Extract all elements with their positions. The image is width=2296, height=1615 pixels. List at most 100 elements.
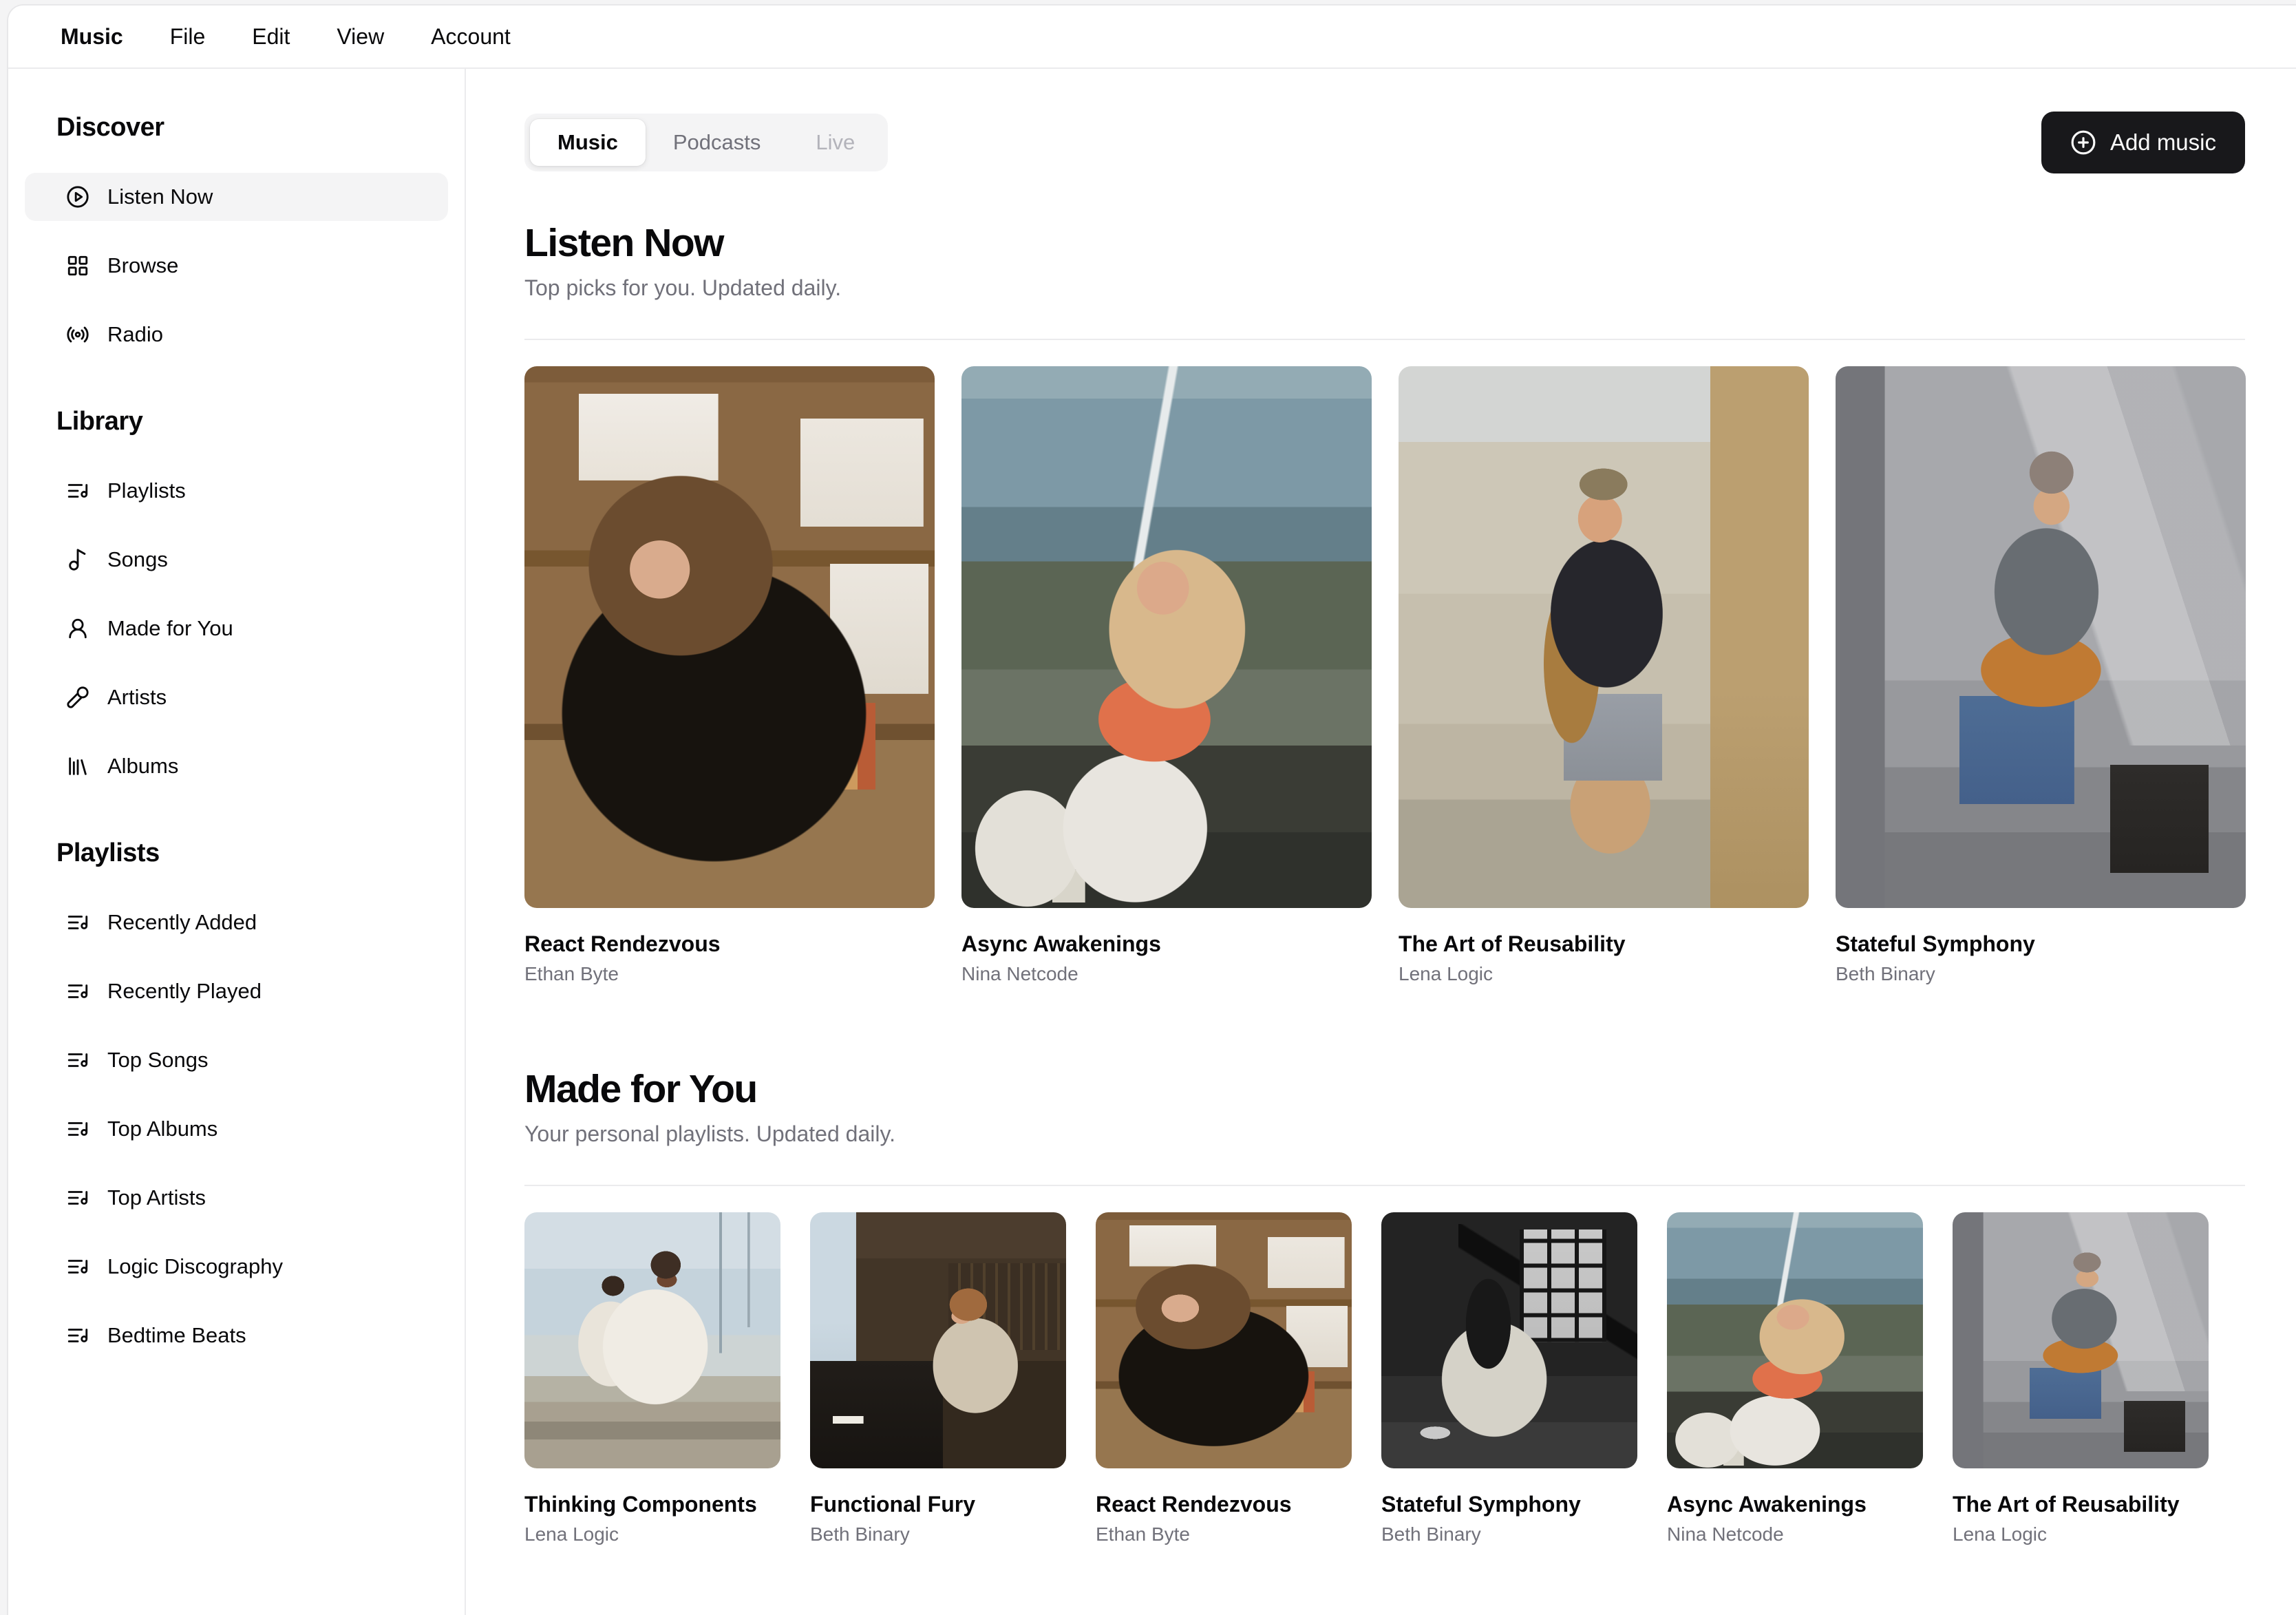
album-card[interactable]: Async Awakenings Nina Netcode: [1667, 1212, 1923, 1547]
add-music-button[interactable]: Add music: [2041, 112, 2245, 173]
album-artist: Beth Binary: [810, 1523, 910, 1545]
album-card[interactable]: React Rendezvous Ethan Byte: [1096, 1212, 1352, 1547]
album-card[interactable]: Stateful Symphony Beth Binary: [1381, 1212, 1637, 1547]
menubar-item-view[interactable]: View: [313, 17, 407, 56]
album-title: Functional Fury: [810, 1492, 975, 1517]
menubar-item-account[interactable]: Account: [407, 17, 534, 56]
list-music-icon: [66, 479, 89, 503]
sidebar-item-albums[interactable]: Albums: [25, 742, 448, 790]
sidebar-item-label: Logic Discography: [107, 1254, 284, 1278]
sidebar-item-top-artists[interactable]: Top Artists: [25, 1174, 448, 1222]
album-card[interactable]: The Art of Reusability Lena Logic: [1953, 1212, 2209, 1547]
separator: [524, 339, 2245, 340]
sidebar-item-logic-discography[interactable]: Logic Discography: [25, 1243, 448, 1291]
album-card[interactable]: React Rendezvous Ethan Byte: [524, 366, 935, 986]
album-art[interactable]: [961, 366, 1372, 908]
album-artist: Nina Netcode: [1667, 1523, 1784, 1545]
sidebar-item-playlists[interactable]: Playlists: [25, 467, 448, 515]
menubar-item-file[interactable]: File: [147, 17, 229, 56]
sidebar-item-label: Made for You: [107, 616, 233, 640]
sidebar-item-artists[interactable]: Artists: [25, 673, 448, 721]
sidebar-item-label: Top Songs: [107, 1048, 209, 1072]
circle-plus-icon: [2070, 129, 2096, 156]
album-art[interactable]: [810, 1212, 1066, 1468]
listen-now-title: Listen Now: [524, 221, 725, 265]
listen-now-row: React Rendezvous Ethan Byte Async Awaken…: [524, 366, 2246, 986]
album-art[interactable]: [1667, 1212, 1923, 1468]
sidebar-item-listen-now[interactable]: Listen Now: [25, 173, 448, 221]
album-card[interactable]: The Art of Reusability Lena Logic: [1399, 366, 1809, 986]
album-card[interactable]: Async Awakenings Nina Netcode: [961, 366, 1372, 986]
album-art[interactable]: [1399, 366, 1809, 908]
sidebar-item-label: Top Artists: [107, 1185, 206, 1210]
made-for-you-subtitle: Your personal playlists. Updated daily.: [524, 1121, 895, 1146]
sidebar: Discover Listen Now Browse Radio Library…: [8, 69, 466, 1615]
album-art[interactable]: [1836, 366, 2246, 908]
album-art[interactable]: [1381, 1212, 1637, 1468]
circle-play-icon: [66, 185, 89, 209]
album-art[interactable]: [524, 1212, 780, 1468]
list-music-icon: [66, 1117, 89, 1141]
tablist: Music Podcasts Live: [524, 114, 889, 171]
album-title: Stateful Symphony: [1381, 1492, 1581, 1517]
sidebar-item-label: Albums: [107, 754, 179, 778]
sidebar-item-top-albums[interactable]: Top Albums: [25, 1105, 448, 1153]
sidebar-item-browse[interactable]: Browse: [25, 242, 448, 290]
album-title: Async Awakenings: [961, 931, 1161, 956]
sidebar-item-songs[interactable]: Songs: [25, 536, 448, 584]
album-art[interactable]: [1953, 1212, 2209, 1468]
sidebar-item-label: Bedtime Beats: [107, 1323, 246, 1347]
album-card[interactable]: Thinking Components Lena Logic: [524, 1212, 780, 1547]
menubar-item-edit[interactable]: Edit: [228, 17, 313, 56]
sidebar-item-bedtime-beats[interactable]: Bedtime Beats: [25, 1311, 448, 1360]
separator: [524, 1185, 2245, 1186]
menubar-item-music[interactable]: Music: [37, 17, 147, 56]
sidebar-item-label: Top Albums: [107, 1117, 218, 1141]
tab-music[interactable]: Music: [530, 119, 646, 166]
sidebar-item-label: Recently Added: [107, 910, 257, 934]
album-art[interactable]: [1096, 1212, 1352, 1468]
list-music-icon: [66, 911, 89, 934]
sidebar-item-label: Radio: [107, 322, 163, 346]
album-artist: Nina Netcode: [961, 963, 1078, 984]
album-art[interactable]: [524, 366, 935, 908]
album-artist: Ethan Byte: [524, 963, 619, 984]
sidebar-section-title-library: Library: [56, 407, 143, 436]
album-title: Stateful Symphony: [1836, 931, 2035, 956]
sidebar-section-title-playlists: Playlists: [56, 838, 160, 867]
radio-icon: [66, 323, 89, 346]
sidebar-item-recently-added[interactable]: Recently Added: [25, 898, 448, 947]
app-window: Music File Edit View Account Discover Li…: [7, 4, 2296, 1615]
made-for-you-title: Made for You: [524, 1067, 758, 1111]
album-title: Async Awakenings: [1667, 1492, 1867, 1517]
layout-grid-icon: [66, 254, 89, 277]
album-artist: Lena Logic: [1399, 963, 1494, 984]
sidebar-item-label: Browse: [107, 253, 179, 277]
tab-live[interactable]: Live: [788, 119, 882, 166]
list-music-icon: [66, 1324, 89, 1347]
main-content: Music Podcasts Live Add music Listen Now…: [466, 69, 2296, 1615]
sidebar-item-recently-played[interactable]: Recently Played: [25, 967, 448, 1015]
album-title: The Art of Reusability: [1399, 931, 1626, 956]
album-card[interactable]: Functional Fury Beth Binary: [810, 1212, 1066, 1547]
list-music-icon: [66, 1186, 89, 1210]
library-icon: [66, 754, 89, 778]
sidebar-item-radio[interactable]: Radio: [25, 310, 448, 359]
album-title: The Art of Reusability: [1953, 1492, 2180, 1517]
album-artist: Lena Logic: [524, 1523, 619, 1545]
album-artist: Ethan Byte: [1096, 1523, 1190, 1545]
list-music-icon: [66, 1255, 89, 1278]
album-artist: Beth Binary: [1836, 963, 1935, 984]
sidebar-section-playlists: Playlists Recently Added Recently Played: [25, 838, 448, 1360]
album-artist: Lena Logic: [1953, 1523, 2048, 1545]
tab-podcasts[interactable]: Podcasts: [646, 119, 789, 166]
sidebar-section-library: Library Playlists Songs Made for You Art…: [25, 407, 448, 790]
list-music-icon: [66, 1048, 89, 1072]
album-card[interactable]: Stateful Symphony Beth Binary: [1836, 366, 2246, 986]
menubar: Music File Edit View Account: [8, 6, 2296, 69]
album-title: Thinking Components: [524, 1492, 757, 1517]
sidebar-item-top-songs[interactable]: Top Songs: [25, 1036, 448, 1084]
album-title: React Rendezvous: [524, 931, 721, 956]
microphone-icon: [66, 686, 89, 709]
sidebar-item-made-for-you[interactable]: Made for You: [25, 604, 448, 653]
